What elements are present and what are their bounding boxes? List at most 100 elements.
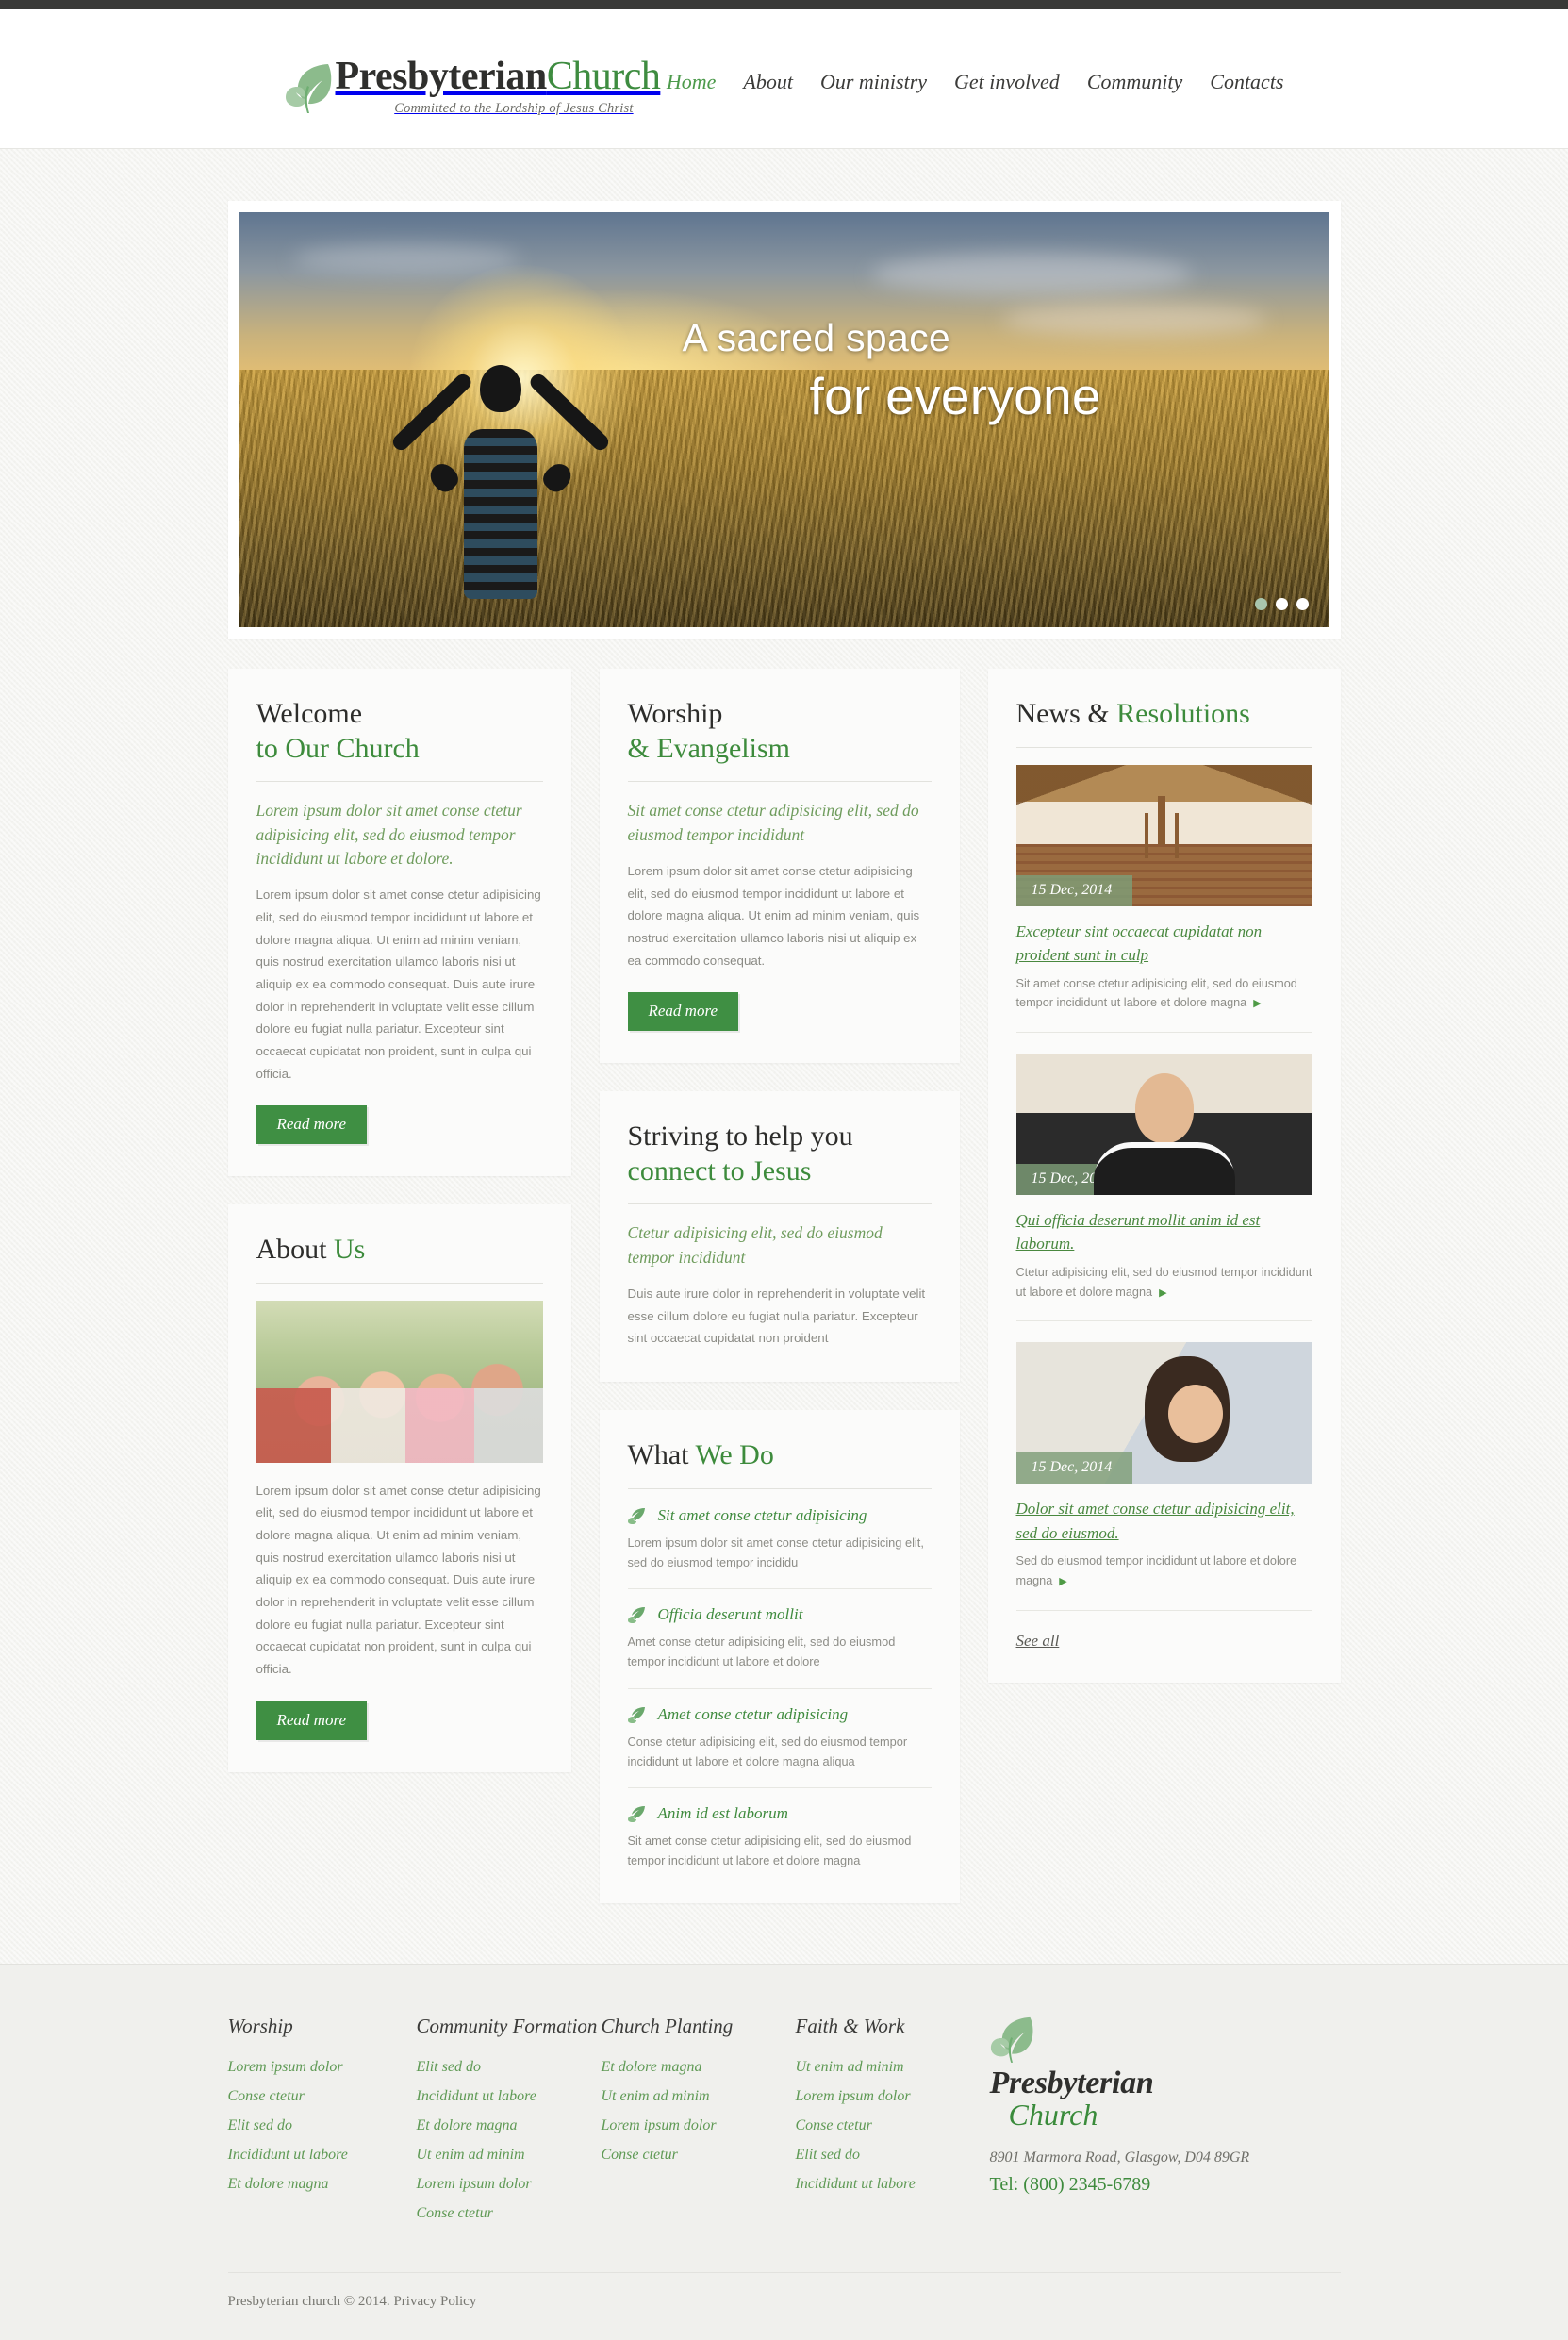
- worship-heading: Worship & Evangelism: [628, 697, 932, 766]
- about-read-more-button[interactable]: Read more: [256, 1701, 367, 1740]
- divider: [627, 1487, 932, 1489]
- footer-link[interactable]: Incididunt ut labore: [228, 2147, 417, 2164]
- top-accent-bar: [0, 0, 1568, 9]
- footer-link[interactable]: Conse ctetur: [602, 2147, 796, 2164]
- divider: [627, 1588, 932, 1590]
- what-we-do-card: What We Do Sit amet conse ctetur adipisi…: [599, 1410, 960, 1903]
- what-we-do-item-title[interactable]: Officia deserunt mollit: [658, 1605, 803, 1624]
- about-heading-green: Us: [334, 1234, 366, 1266]
- footer-link[interactable]: Incididunt ut labore: [796, 2176, 977, 2193]
- news-item: 15 Dec, 2014 Dolor sit amet conse ctetur…: [1015, 1342, 1312, 1590]
- about-card: About Us Lorem ipsum dolor sit amet cons…: [227, 1204, 571, 1772]
- nav-item-community[interactable]: Community: [1087, 70, 1182, 94]
- site-footer: Worship Lorem ipsum dolor Conse ctetur E…: [0, 1963, 1568, 2340]
- divider: [256, 781, 543, 783]
- hero-slide-dot-1[interactable]: [1254, 598, 1267, 610]
- site-logo[interactable]: PresbyterianChurch Committed to the Lord…: [285, 41, 661, 117]
- footer-column-faith-and-work: Faith & Work Ut enim ad minim Lorem ipsu…: [796, 2014, 977, 2234]
- footer-link[interactable]: Et dolore magna: [228, 2176, 417, 2193]
- worship-lead: Sit amet conse ctetur adipisicing elit, …: [627, 801, 919, 844]
- footer-column-heading: Faith & Work: [795, 2014, 905, 2037]
- footer-telephone[interactable]: Tel: (800) 2345-6789: [990, 2174, 1341, 2196]
- footer-link[interactable]: Et dolore magna: [417, 2117, 602, 2134]
- what-we-do-item-title[interactable]: Anim id est laborum: [658, 1804, 788, 1823]
- footer-link[interactable]: Elit sed do: [417, 2059, 602, 2076]
- striving-lead: Ctetur adipisicing elit, sed do eiusmod …: [627, 1223, 883, 1267]
- nav-item-home[interactable]: Home: [667, 70, 717, 94]
- divider: [1015, 1609, 1312, 1611]
- hero-slide-dot-2[interactable]: [1275, 598, 1288, 610]
- footer-logo[interactable]: Presbyterian Church: [990, 2014, 1341, 2132]
- logo-name-bold: Presbyterian: [335, 54, 548, 98]
- news-card: News & Resolutions 15 Dec, 2014 Excepteu…: [987, 669, 1341, 1683]
- what-we-do-item-title[interactable]: Amet conse ctetur adipisicing: [658, 1705, 849, 1724]
- footer-link[interactable]: Et dolore magna: [602, 2059, 796, 2076]
- striving-heading-dark: Striving to help you: [627, 1120, 853, 1153]
- footer-column-worship: Worship Lorem ipsum dolor Conse ctetur E…: [228, 2014, 417, 2234]
- read-more-arrow-icon[interactable]: ▶: [1059, 1576, 1066, 1587]
- news-thumbnail-church-interior[interactable]: 15 Dec, 2014: [1015, 764, 1312, 906]
- divider: [256, 1282, 543, 1284]
- privacy-policy-link[interactable]: Privacy Policy: [393, 2294, 476, 2309]
- main-navigation[interactable]: Home About Our ministry Get involved Com…: [667, 70, 1284, 94]
- what-we-do-item-text: Sit amet conse ctetur adipisicing elit, …: [627, 1834, 912, 1868]
- footer-link[interactable]: Ut enim ad minim: [602, 2088, 796, 2105]
- news-thumbnail-priest[interactable]: 15 Dec, 2014: [1015, 1053, 1312, 1195]
- read-more-arrow-icon[interactable]: ▶: [1253, 998, 1261, 1009]
- what-we-do-heading-dark: What: [627, 1439, 689, 1471]
- footer-link[interactable]: Elit sed do: [228, 2117, 417, 2134]
- divider: [627, 1687, 932, 1689]
- footer-link[interactable]: Conse ctetur: [796, 2117, 977, 2134]
- footer-contact-block: Presbyterian Church 8901 Marmora Road, G…: [977, 2014, 1341, 2234]
- what-we-do-heading-green: We Do: [695, 1439, 774, 1471]
- what-we-do-item-text: Conse ctetur adipisicing elit, sed do ei…: [627, 1734, 908, 1768]
- hero-slide-dot-3[interactable]: [1296, 598, 1309, 610]
- footer-link[interactable]: Conse ctetur: [417, 2205, 602, 2222]
- nav-item-contacts[interactable]: Contacts: [1210, 70, 1283, 94]
- nav-item-get-involved[interactable]: Get involved: [954, 70, 1060, 94]
- news-see-all-link[interactable]: See all: [1016, 1632, 1060, 1650]
- news-item-title[interactable]: Excepteur sint occaecat cupidatat non pr…: [1016, 920, 1312, 968]
- news-heading-green: Resolutions: [1116, 698, 1250, 729]
- leaf-icon: [627, 1804, 647, 1823]
- divider: [627, 1203, 932, 1205]
- footer-link[interactable]: Elit sed do: [796, 2147, 977, 2164]
- news-item-title[interactable]: Dolor sit amet conse ctetur adipisicing …: [1016, 1497, 1312, 1545]
- worship-heading-dark: Worship: [627, 698, 723, 729]
- footer-link[interactable]: Lorem ipsum dolor: [796, 2088, 977, 2105]
- read-more-arrow-icon[interactable]: ▶: [1159, 1287, 1166, 1299]
- hero-slider[interactable]: A sacred space for everyone: [239, 212, 1329, 627]
- news-date-badge: 15 Dec, 2014: [1015, 1452, 1133, 1485]
- footer-logo-line1: Presbyterian: [989, 2065, 1154, 2100]
- footer-link[interactable]: Ut enim ad minim: [796, 2059, 977, 2076]
- footer-link[interactable]: Incididunt ut labore: [417, 2088, 602, 2105]
- worship-read-more-button[interactable]: Read more: [627, 992, 738, 1032]
- news-item: 15 Dec, 2014 Qui officia deserunt mollit…: [1015, 1053, 1312, 1302]
- news-item-title[interactable]: Qui officia deserunt mollit anim id est …: [1016, 1208, 1312, 1256]
- footer-column-community-formation: Community Formation Elit sed do Incididu…: [417, 2014, 602, 2234]
- worship-heading-green: & Evangelism: [627, 732, 790, 764]
- footer-link[interactable]: Ut enim ad minim: [417, 2147, 602, 2164]
- what-we-do-item: Sit amet conse ctetur adipisicing Lorem …: [627, 1506, 932, 1572]
- what-we-do-item: Amet conse ctetur adipisicing Conse ctet…: [627, 1705, 932, 1771]
- welcome-heading: Welcome to Our Church: [256, 697, 543, 766]
- footer-link[interactable]: Lorem ipsum dolor: [602, 2117, 796, 2134]
- news-thumbnail-woman[interactable]: 15 Dec, 2014: [1015, 1342, 1312, 1485]
- hero-slider-pagination[interactable]: [1254, 598, 1309, 610]
- column-middle: Worship & Evangelism Sit amet conse ctet…: [599, 669, 960, 1932]
- divider: [627, 1787, 932, 1789]
- welcome-heading-green: to Our Church: [256, 732, 420, 764]
- divider: [1015, 1031, 1312, 1033]
- footer-link[interactable]: Lorem ipsum dolor: [228, 2059, 417, 2076]
- what-we-do-item-title[interactable]: Sit amet conse ctetur adipisicing: [658, 1506, 867, 1525]
- about-heading: About Us: [256, 1233, 543, 1268]
- leaf-icon: [627, 1705, 647, 1724]
- footer-link[interactable]: Lorem ipsum dolor: [417, 2176, 602, 2193]
- nav-item-about[interactable]: About: [743, 70, 793, 94]
- footer-column-heading: Church Planting: [601, 2014, 734, 2037]
- column-left: Welcome to Our Church Lorem ipsum dolor …: [227, 669, 571, 1801]
- footer-link[interactable]: Conse ctetur: [228, 2088, 417, 2105]
- welcome-read-more-button[interactable]: Read more: [256, 1105, 367, 1145]
- news-item: 15 Dec, 2014 Excepteur sint occaecat cup…: [1015, 764, 1312, 1013]
- nav-item-our-ministry[interactable]: Our ministry: [820, 70, 927, 94]
